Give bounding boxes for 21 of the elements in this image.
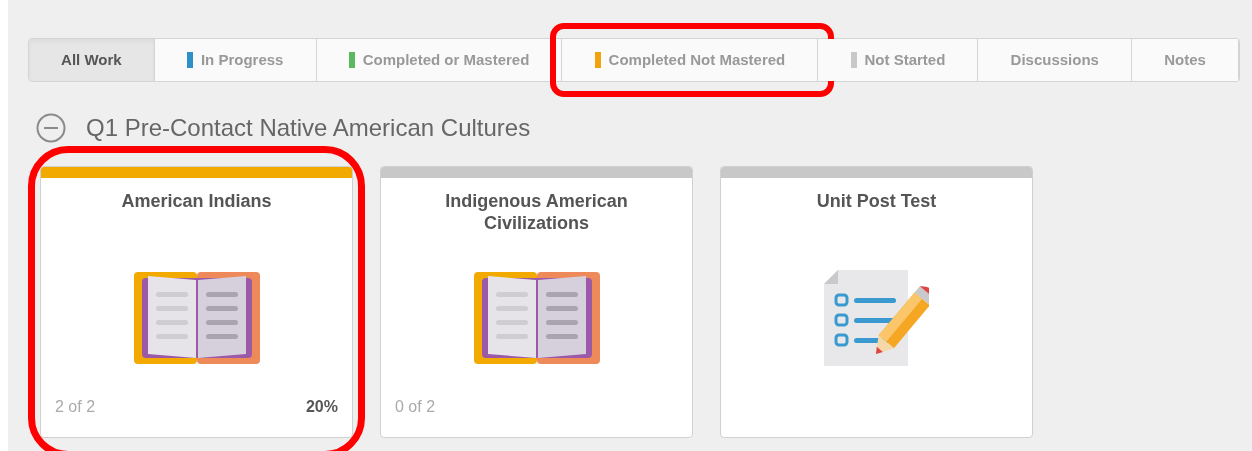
filter-tab[interactable]: Completed or Mastered [316,39,563,81]
filter-tab[interactable]: Discussions [978,39,1133,81]
checklist-pencil-icon [824,269,929,366]
score-percent: 20% [305,397,338,417]
filter-tab[interactable]: All Work [29,39,155,81]
progress-count: 2 of 2 [55,397,96,417]
section-title: Q1 Pre-Contact Native American Cultures [86,113,531,143]
filter-tab[interactable]: Not Started [818,39,979,81]
progress-count: 0 of 2 [395,397,436,417]
book-icon [473,271,600,364]
activity-card[interactable]: American Indians 2 of 2 20% [40,166,353,438]
activity-card[interactable]: Unit Post Test [720,166,1033,438]
book-icon [133,271,260,364]
filter-tab[interactable]: In Progress [154,39,317,81]
card-title: Indigenous American Civilizations [444,190,629,235]
activity-card[interactable]: Indigenous American Civilizations 0 of 2 [380,166,693,438]
filter-tab[interactable]: Completed Not Mastered [562,39,819,81]
filter-tab[interactable]: Notes [1132,39,1239,81]
card-title: Unit Post Test [815,190,938,213]
card-title: American Indians [120,190,273,213]
collapse-icon[interactable] [36,113,66,143]
